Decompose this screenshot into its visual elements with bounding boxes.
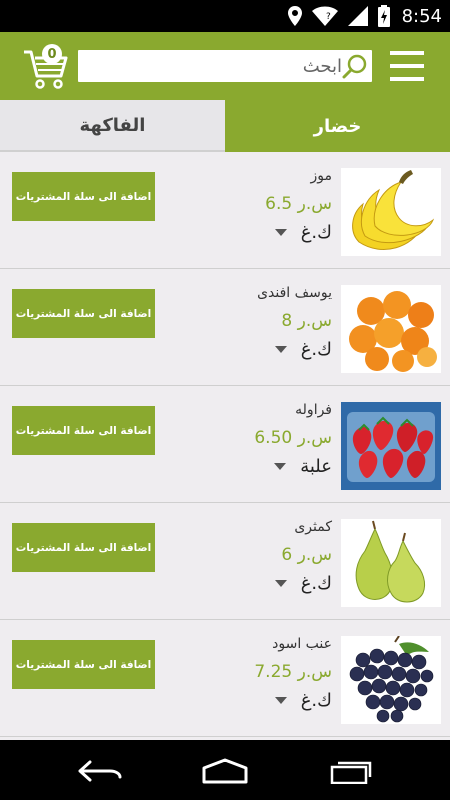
- product-name: فراوله: [295, 402, 332, 418]
- tab-fruits[interactable]: الفاكهة: [0, 100, 225, 152]
- product-image-strawberry: [341, 402, 441, 490]
- search-box[interactable]: [78, 50, 372, 82]
- product-item-pear: اضافة الى سلة المشتريات كمثرى س.ر 6 ك.غ: [0, 503, 450, 620]
- battery-icon: [377, 5, 390, 27]
- cart-button[interactable]: 0: [22, 42, 70, 90]
- chevron-down-icon[interactable]: [274, 580, 287, 587]
- menu-icon[interactable]: [390, 49, 424, 83]
- product-name: موز: [310, 168, 333, 184]
- add-to-cart-button[interactable]: اضافة الى سلة المشتريات: [12, 640, 155, 689]
- unit-selector[interactable]: ك.غ: [274, 222, 332, 243]
- system-navigation-bar: [0, 740, 450, 800]
- cart-count-badge: 0: [42, 44, 62, 64]
- unit-selector[interactable]: علبة: [274, 456, 332, 477]
- add-to-cart-button[interactable]: اضافة الى سلة المشتريات: [12, 406, 155, 455]
- product-price: س.ر 6: [281, 545, 332, 565]
- back-icon[interactable]: [76, 758, 124, 784]
- product-price: س.ر 6.5: [265, 194, 332, 214]
- wifi-icon: ?: [311, 6, 338, 26]
- svg-text:?: ?: [326, 12, 331, 22]
- add-to-cart-button[interactable]: اضافة الى سلة المشتريات: [12, 172, 155, 221]
- product-price: س.ر 8: [281, 311, 332, 331]
- unit-label: علبة: [300, 456, 332, 477]
- add-to-cart-button[interactable]: اضافة الى سلة المشتريات: [12, 523, 155, 572]
- product-image-tangerine: [341, 285, 441, 373]
- product-name: عنب اسود: [272, 636, 332, 652]
- unit-selector[interactable]: ك.غ: [274, 573, 332, 594]
- product-list: اضافة الى سلة المشتريات موز س.ر 6.5 ك.غ …: [0, 152, 450, 737]
- status-time: 8:54: [401, 5, 442, 27]
- product-image-grapes: [341, 636, 441, 724]
- product-name: يوسف افندى: [257, 285, 332, 301]
- product-image-pear: [341, 519, 441, 607]
- product-item-grapes: اضافة الى سلة المشتريات عنب اسود س.ر 7.2…: [0, 620, 450, 737]
- home-icon[interactable]: [200, 758, 250, 784]
- product-price: س.ر 6.50: [254, 428, 332, 448]
- unit-label: ك.غ: [300, 690, 332, 711]
- unit-selector[interactable]: ك.غ: [274, 339, 332, 360]
- product-image-banana: [341, 168, 441, 256]
- product-item-tangerine: اضافة الى سلة المشتريات يوسف افندى س.ر 8…: [0, 269, 450, 386]
- product-item-strawberry: اضافة الى سلة المشتريات فراوله س.ر 6.50 …: [0, 386, 450, 503]
- search-icon[interactable]: [342, 54, 368, 80]
- search-input[interactable]: [84, 50, 342, 82]
- add-to-cart-button[interactable]: اضافة الى سلة المشتريات: [12, 289, 155, 338]
- product-item-banana: اضافة الى سلة المشتريات موز س.ر 6.5 ك.غ: [0, 152, 450, 269]
- tab-vegetables[interactable]: خضار: [225, 100, 450, 152]
- app-bar: 0: [0, 32, 450, 100]
- unit-label: ك.غ: [300, 573, 332, 594]
- chevron-down-icon[interactable]: [274, 697, 287, 704]
- unit-label: ك.غ: [300, 222, 332, 243]
- product-name: كمثرى: [294, 519, 332, 535]
- status-bar: ? 8:54: [0, 0, 450, 32]
- chevron-down-icon[interactable]: [274, 229, 287, 236]
- chevron-down-icon[interactable]: [274, 346, 287, 353]
- recent-apps-icon[interactable]: [328, 758, 374, 784]
- unit-selector[interactable]: ك.غ: [274, 690, 332, 711]
- category-tabs: الفاكهة خضار: [0, 100, 450, 152]
- product-price: س.ر 7.25: [254, 662, 332, 682]
- location-icon: [287, 6, 302, 26]
- signal-icon: [347, 6, 368, 26]
- chevron-down-icon[interactable]: [274, 463, 287, 470]
- unit-label: ك.غ: [300, 339, 332, 360]
